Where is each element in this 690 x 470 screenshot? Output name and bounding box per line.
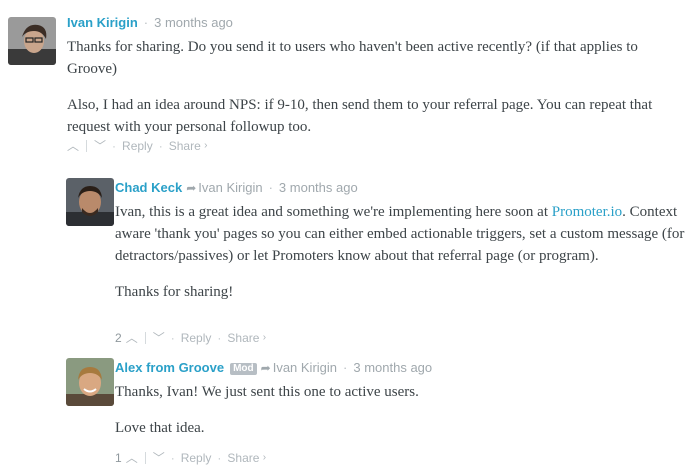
action-separator: · <box>112 138 117 153</box>
action-separator: · <box>217 330 222 345</box>
paragraph-text: Ivan, this is a great idea and something… <box>115 204 552 220</box>
timestamp[interactable]: 3 months ago <box>353 360 432 375</box>
share-button[interactable]: Share <box>227 451 259 465</box>
reply-to-name[interactable]: Ivan Kirigin <box>273 360 337 375</box>
chevron-down-icon[interactable]: ﹀ <box>94 139 106 153</box>
comment-paragraph: Also, I had an idea around NPS: if 9-10,… <box>67 97 653 135</box>
moderator-badge: Mod <box>230 363 257 375</box>
comment-body: Thanks, Ivan! We just sent this one to a… <box>115 381 685 439</box>
meta-separator: · <box>343 360 348 375</box>
chevron-down-icon[interactable]: ﹀ <box>153 331 165 345</box>
vote-count: 2 <box>115 330 122 345</box>
avatar[interactable] <box>66 358 114 406</box>
timestamp[interactable]: 3 months ago <box>154 15 233 30</box>
avatar-chad-image <box>66 178 114 226</box>
action-separator: · <box>170 330 175 345</box>
chevron-right-icon: › <box>262 331 267 343</box>
comment-paragraph: Thanks for sharing. Do you send it to us… <box>67 39 638 77</box>
chevron-up-icon[interactable]: ︿ <box>126 451 138 465</box>
vote-divider <box>86 139 88 152</box>
avatar-ivan-image <box>8 17 56 65</box>
chevron-right-icon: › <box>262 451 267 463</box>
reply-to-name[interactable]: Ivan Kirigin <box>198 180 262 195</box>
chevron-up-icon[interactable]: ︿ <box>126 331 138 345</box>
comment-body: Thanks for sharing. Do you send it to us… <box>67 36 687 138</box>
reply-button[interactable]: Reply <box>122 139 153 153</box>
comment-actions: 2 ︿ ﹀ · Reply · Share › <box>115 329 266 345</box>
author-name[interactable]: Alex from Groove <box>115 360 224 375</box>
chevron-down-icon[interactable]: ﹀ <box>153 451 165 465</box>
share-button[interactable]: Share <box>227 331 259 345</box>
avatar-alex-image <box>66 358 114 406</box>
comment-paragraph: Love that idea. <box>115 420 205 436</box>
comment-meta: Alex from Groove Mod ➦ Ivan Kirigin · 3 month… <box>115 360 685 376</box>
share-button[interactable]: Share <box>169 139 201 153</box>
meta-separator: · <box>143 15 149 30</box>
chevron-right-icon: › <box>204 139 208 151</box>
action-separator: · <box>217 450 222 465</box>
comment-paragraph: Thanks for sharing! <box>115 284 234 300</box>
timestamp[interactable]: 3 months ago <box>279 180 358 195</box>
vote-divider <box>144 451 146 464</box>
avatar[interactable] <box>66 178 114 226</box>
chevron-up-icon[interactable]: ︿ <box>67 139 79 153</box>
author-name[interactable]: Chad Keck <box>115 180 182 195</box>
action-separator: · <box>170 450 175 465</box>
comment-alex: Alex from Groove Mod ➦ Ivan Kirigin · 3 month… <box>0 350 690 470</box>
reply-button[interactable]: Reply <box>181 451 212 465</box>
comment-meta: Ivan Kirigin · 3 months ago <box>67 15 687 31</box>
reply-arrow-icon: ➦ <box>186 181 197 195</box>
meta-separator: · <box>268 180 273 195</box>
reply-arrow-icon: ➦ <box>260 361 271 375</box>
author-name[interactable]: Ivan Kirigin <box>67 15 138 30</box>
comment-paragraph: Thanks, Ivan! We just sent this one to a… <box>115 384 419 400</box>
comment-ivan: Ivan Kirigin · 3 months ago Thanks for sha… <box>0 0 690 160</box>
promoter-link[interactable]: Promoter.io <box>552 204 622 220</box>
comment-actions: ︿ ﹀ · Reply · Share › <box>67 137 207 153</box>
comment-paragraph: Ivan, this is a great idea and something… <box>115 201 685 267</box>
comment-actions: 1 ︿ ﹀ · Reply · Share › <box>115 449 266 465</box>
avatar[interactable] <box>8 17 56 65</box>
action-separator: · <box>158 138 163 153</box>
comment-meta: Chad Keck ➦ Ivan Kirigin · 3 months ago <box>115 180 685 196</box>
vote-divider <box>144 331 146 344</box>
vote-count: 1 <box>115 450 122 465</box>
comment-chad: Chad Keck ➦ Ivan Kirigin · 3 months ago Ivan… <box>0 170 690 345</box>
comment-body: Ivan, this is a great idea and something… <box>115 201 685 303</box>
reply-button[interactable]: Reply <box>181 331 212 345</box>
